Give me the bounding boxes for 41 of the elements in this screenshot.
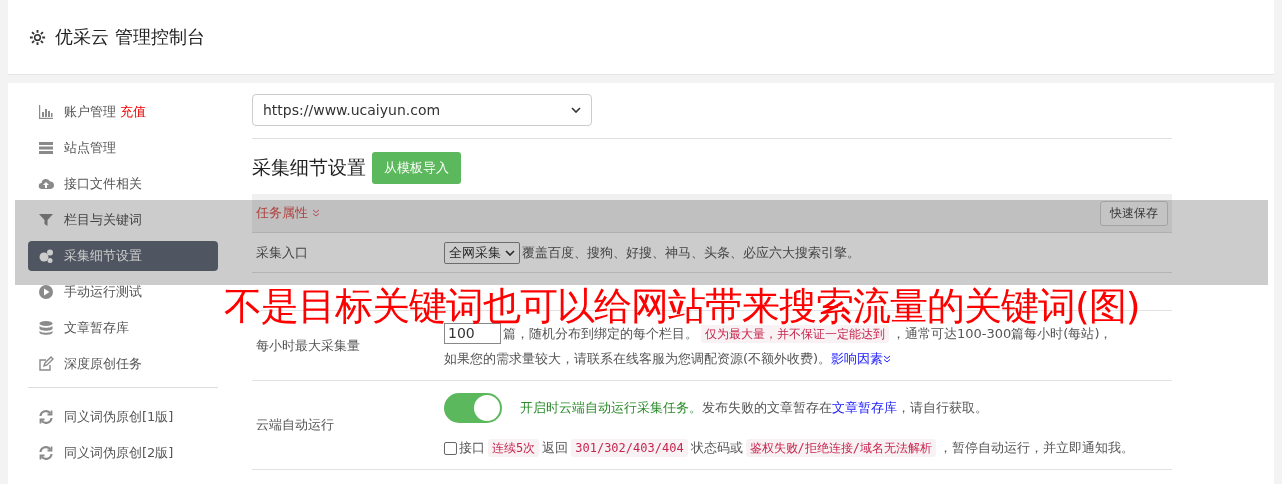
sidebar-item[interactable]: 文章暂存库 (28, 313, 218, 343)
field-note: 覆盖百度、搜狗、好搜、神马、头条、必应六大搜索引擎。 (522, 243, 860, 262)
number-field[interactable]: 100 (444, 323, 501, 344)
sidebar-item[interactable]: 栏目与关键词 (28, 205, 218, 235)
sidebar-item[interactable]: 同义词伪原创[1版] (28, 402, 218, 432)
settings-icon (28, 27, 47, 47)
sidebar-item[interactable]: 采集细节设置 (28, 241, 218, 271)
source-select[interactable]: 全网采集 (444, 241, 520, 264)
database-icon (38, 320, 54, 336)
chevron-down-icon (505, 249, 515, 256)
field-note: 如果您的需求量较大，请联系在线客服为您调配资源(不额外收费)。影响因素 (444, 350, 892, 368)
double-chevron-icon (883, 355, 892, 363)
sidebar-item[interactable]: 同义词伪原创[2版] (28, 438, 218, 468)
edit-icon (38, 356, 54, 372)
sidebar-item[interactable]: 接口文件相关 (28, 169, 218, 199)
filter-icon (38, 212, 54, 228)
page-title: 优采云 管理控制台 (55, 25, 205, 49)
field-label: 云端自动运行 (256, 416, 334, 434)
checkbox[interactable] (444, 441, 457, 455)
refresh-icon (38, 409, 54, 425)
sidebar-item[interactable]: 账户管理 充值 (28, 97, 218, 127)
section-title: 采集细节设置 (252, 155, 366, 180)
factors-link[interactable]: 影响因素 (831, 351, 892, 366)
site-select[interactable]: https://www.ucaiyun.com (252, 94, 592, 126)
sidebar-item[interactable]: 站点管理 (28, 133, 218, 163)
sidebar-item[interactable]: 深度原创任务 (28, 349, 218, 379)
quick-save-button[interactable]: 快速保存 (1100, 200, 1168, 226)
field-label: 每小时最大采集量 (256, 336, 360, 355)
server-icon (38, 140, 54, 156)
storage-link[interactable]: 文章暂存库 (832, 400, 897, 415)
field-note: 开启时云端自动运行采集任务。发布失败的文章暂存在文章暂存库，请自行获取。 (520, 399, 988, 417)
field-label: 采集入口 (256, 243, 308, 262)
cloud-upload-icon (38, 176, 54, 192)
bar-chart-icon (38, 104, 54, 120)
sidebar-item[interactable]: 手动运行测试 (28, 277, 218, 307)
double-chevron-icon (312, 209, 320, 217)
refresh-icon (38, 445, 54, 461)
toggle-switch[interactable] (444, 393, 502, 423)
chevron-down-icon (571, 107, 581, 113)
play-icon (38, 284, 54, 300)
checkbox-label: 接口 连续5次 返回 301/302/403/404 状态码或 鉴权失败/拒绝连接/域名无法解析 ，暂停自动运行，并立即通知我。 (459, 439, 1135, 457)
